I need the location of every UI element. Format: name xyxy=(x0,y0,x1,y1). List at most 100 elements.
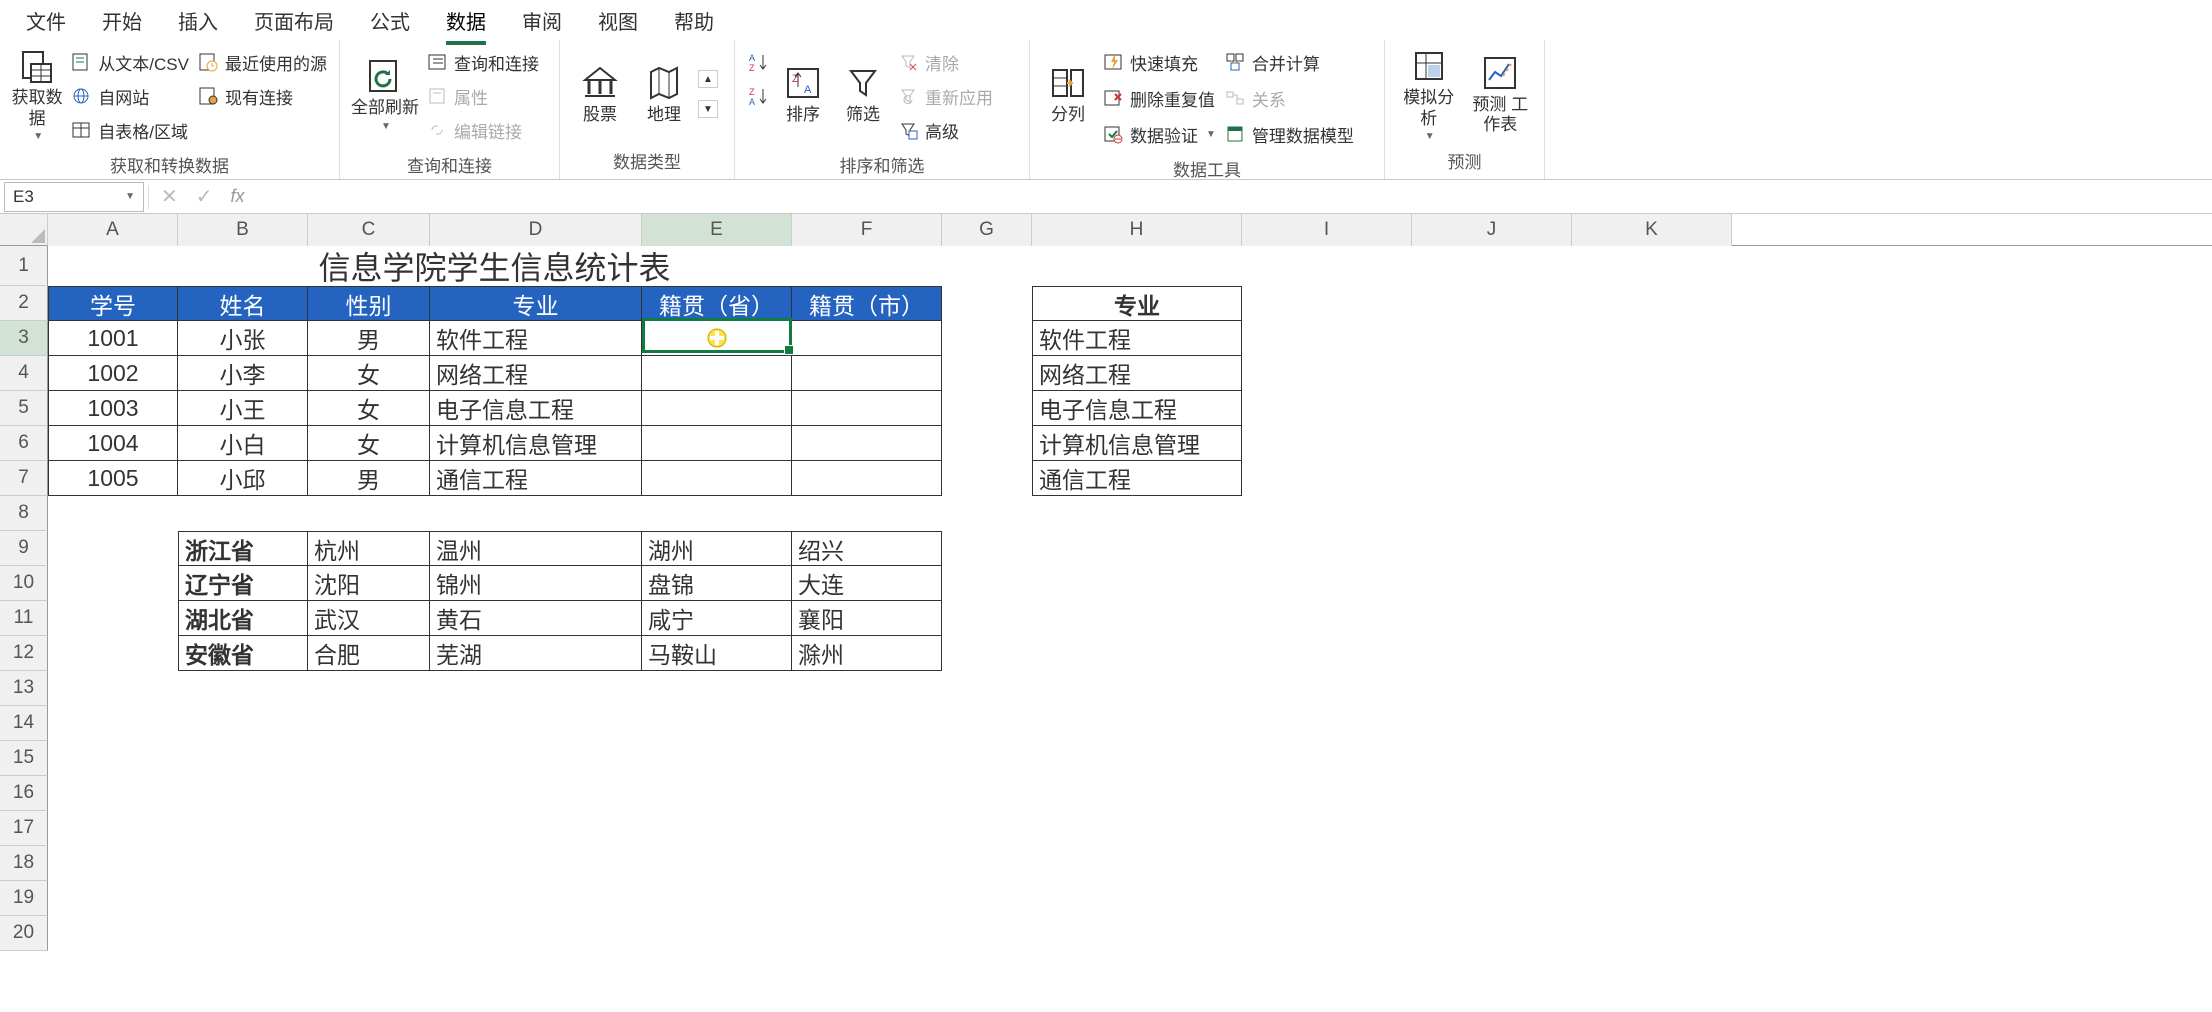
col-header-K[interactable]: K xyxy=(1572,214,1732,246)
cell[interactable] xyxy=(1412,916,1572,951)
cell[interactable] xyxy=(642,706,792,741)
sort-desc-button[interactable]: ZA xyxy=(747,82,769,110)
cell[interactable]: 专业 xyxy=(1032,286,1242,321)
cell[interactable]: 温州 xyxy=(430,531,642,566)
worksheet[interactable]: A B C D E F G H I J K 1信息学院学生信息统计表2学号姓名性… xyxy=(0,214,2212,994)
row-header-14[interactable]: 14 xyxy=(0,706,48,741)
cell[interactable] xyxy=(942,846,1032,881)
cell[interactable]: 男 xyxy=(308,321,430,356)
fx-icon[interactable]: fx xyxy=(231,186,245,207)
cell[interactable]: 杭州 xyxy=(308,531,430,566)
cell[interactable]: 马鞍山 xyxy=(642,636,792,671)
cell[interactable] xyxy=(1242,531,1412,566)
cell[interactable] xyxy=(1242,776,1412,811)
cell[interactable]: 男 xyxy=(308,461,430,496)
cell[interactable] xyxy=(48,496,178,531)
cell[interactable]: 电子信息工程 xyxy=(430,391,642,426)
cell[interactable]: 锦州 xyxy=(430,566,642,601)
cell[interactable]: 小白 xyxy=(178,426,308,461)
cell[interactable] xyxy=(1242,286,1412,321)
get-data-button[interactable]: 获取数 据 ▼ xyxy=(10,44,64,144)
col-header-J[interactable]: J xyxy=(1412,214,1572,246)
col-header-F[interactable]: F xyxy=(792,214,942,246)
consolidate-button[interactable]: 合并计算 xyxy=(1224,48,1354,76)
stocks-button[interactable]: 股票 xyxy=(570,44,630,144)
row-header-3[interactable]: 3 xyxy=(0,321,48,356)
cell[interactable] xyxy=(48,881,178,916)
cell[interactable] xyxy=(1412,321,1572,356)
cell[interactable] xyxy=(792,461,942,496)
from-csv-button[interactable]: 从文本/CSV xyxy=(70,48,189,76)
cell[interactable] xyxy=(1412,391,1572,426)
cell[interactable] xyxy=(642,776,792,811)
cell[interactable]: 1005 xyxy=(48,461,178,496)
cell[interactable]: 安徽省 xyxy=(178,636,308,671)
cell[interactable]: 籍贯（市） xyxy=(792,286,942,321)
cell[interactable] xyxy=(1242,461,1412,496)
row-header-8[interactable]: 8 xyxy=(0,496,48,531)
cell[interactable]: 小李 xyxy=(178,356,308,391)
row-header-12[interactable]: 12 xyxy=(0,636,48,671)
cell[interactable] xyxy=(1032,846,1242,881)
cell[interactable] xyxy=(1242,566,1412,601)
cell[interactable] xyxy=(942,391,1032,426)
cell[interactable] xyxy=(792,776,942,811)
cell[interactable]: 学号 xyxy=(48,286,178,321)
cell[interactable] xyxy=(48,916,178,951)
cell[interactable] xyxy=(642,846,792,881)
cell[interactable] xyxy=(1572,246,1732,286)
scroll-up-icon[interactable]: ▲ xyxy=(698,70,718,88)
row-header-13[interactable]: 13 xyxy=(0,671,48,706)
cell[interactable] xyxy=(48,566,178,601)
cell[interactable] xyxy=(1032,776,1242,811)
cell[interactable] xyxy=(308,846,430,881)
cancel-icon[interactable]: ✕ xyxy=(161,184,178,209)
cell[interactable] xyxy=(1572,881,1732,916)
cell[interactable] xyxy=(1032,246,1242,286)
filter-button[interactable]: 筛选 xyxy=(835,44,891,144)
from-web-button[interactable]: 自网站 xyxy=(70,82,189,110)
cell[interactable] xyxy=(178,811,308,846)
cell[interactable] xyxy=(1572,741,1732,776)
flash-fill-button[interactable]: 快速填充 xyxy=(1102,48,1216,76)
row-header-5[interactable]: 5 xyxy=(0,391,48,426)
cell[interactable] xyxy=(942,881,1032,916)
tab-view[interactable]: 视图 xyxy=(580,0,656,43)
cell[interactable] xyxy=(792,496,942,531)
cell[interactable] xyxy=(942,706,1032,741)
cell[interactable] xyxy=(1032,566,1242,601)
cell[interactable] xyxy=(1242,881,1412,916)
cell[interactable] xyxy=(1572,426,1732,461)
cell[interactable] xyxy=(48,531,178,566)
cell[interactable] xyxy=(942,741,1032,776)
col-header-E[interactable]: E xyxy=(642,214,792,246)
cell[interactable] xyxy=(48,741,178,776)
cell[interactable] xyxy=(1242,706,1412,741)
cell[interactable] xyxy=(1412,741,1572,776)
cell[interactable] xyxy=(642,496,792,531)
cell[interactable] xyxy=(308,811,430,846)
cell[interactable]: 1002 xyxy=(48,356,178,391)
cell[interactable] xyxy=(1032,636,1242,671)
cell[interactable] xyxy=(1242,321,1412,356)
cell[interactable] xyxy=(792,916,942,951)
cell[interactable] xyxy=(942,566,1032,601)
cell[interactable] xyxy=(308,496,430,531)
name-box[interactable]: E3 ▼ xyxy=(4,182,144,212)
cell[interactable] xyxy=(178,741,308,776)
cell[interactable]: 软件工程 xyxy=(1032,321,1242,356)
cell[interactable] xyxy=(1572,321,1732,356)
existing-conn-button[interactable]: 现有连接 xyxy=(197,82,327,110)
cell[interactable] xyxy=(308,741,430,776)
row-header-16[interactable]: 16 xyxy=(0,776,48,811)
cell[interactable] xyxy=(1032,601,1242,636)
cell[interactable] xyxy=(1032,496,1242,531)
row-header-7[interactable]: 7 xyxy=(0,461,48,496)
confirm-icon[interactable]: ✓ xyxy=(196,184,213,209)
row-header-1[interactable]: 1 xyxy=(0,246,48,286)
cell[interactable] xyxy=(792,811,942,846)
cell[interactable] xyxy=(308,671,430,706)
cell[interactable]: 湖州 xyxy=(642,531,792,566)
cell[interactable] xyxy=(942,811,1032,846)
cell[interactable] xyxy=(1412,881,1572,916)
